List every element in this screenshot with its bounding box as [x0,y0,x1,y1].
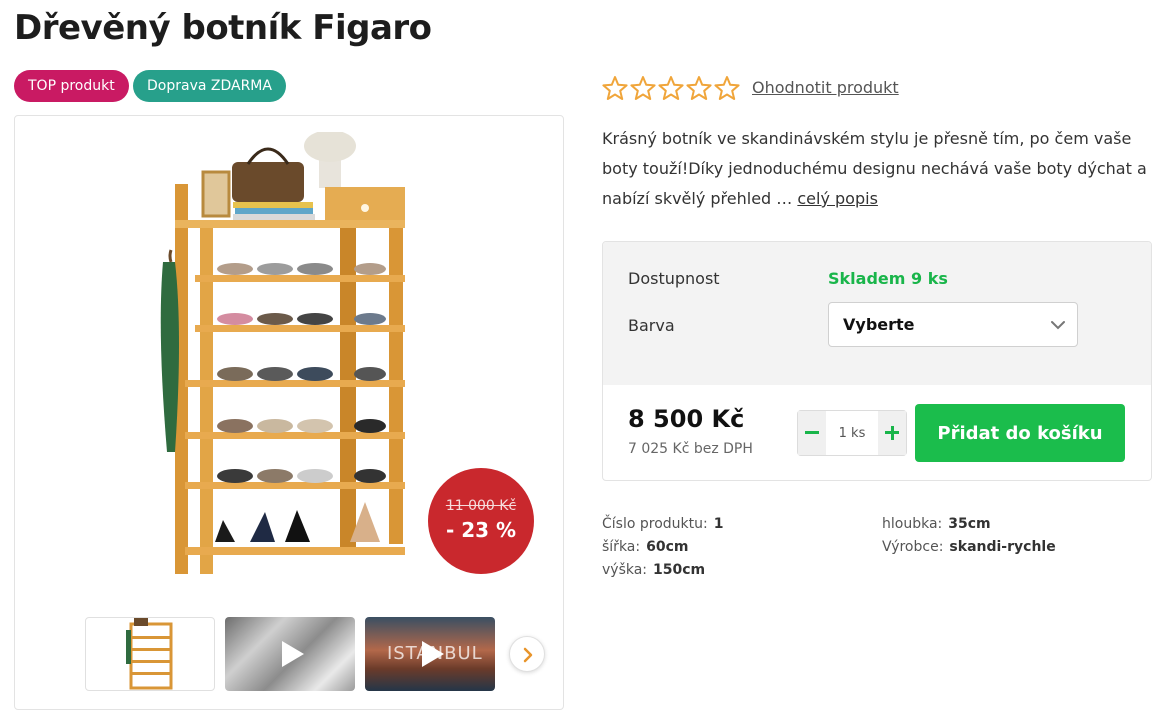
star-icon [602,76,628,100]
badge-top-product: TOP produkt [14,70,129,102]
specs-right: hloubka: 35cm Výrobce: skandi-rychle [882,516,1056,562]
star-icon [658,76,684,100]
buy-box: Dostupnost Skladem 9 ks Barva Vyberte 8 … [602,241,1152,481]
discount-percent: - 23 % [445,518,517,542]
quantity-increase-button[interactable] [878,411,906,455]
spec-value: skandi-rychle [949,539,1056,555]
price: 8 500 Kč [628,405,745,433]
buy-box-options: Dostupnost Skladem 9 ks Barva Vyberte [603,242,1151,385]
spec-row: výška: 150cm [602,562,723,585]
specs-left: Číslo produktu: 1 šířka: 60cm výška: 150cm [602,516,723,585]
spec-row: Výrobce: skandi-rychle [882,539,1056,562]
quantity-input[interactable] [826,411,878,455]
rating-stars[interactable] [602,75,740,103]
spec-row: hloubka: 35cm [882,516,1056,539]
spec-key: hloubka: [882,516,943,532]
spec-value: 150cm [653,562,706,578]
spec-value: 35cm [948,516,991,532]
price-without-vat: 7 025 Kč bez DPH [628,441,753,457]
thumbnail-video-1[interactable] [225,617,355,691]
star-icon [686,76,712,100]
umbrella [160,262,179,452]
product-description: Krásný botník ve skandinávském stylu je … [602,124,1147,214]
spec-key: Číslo produktu: [602,516,708,532]
chevron-right-icon [523,647,533,663]
spec-key: Výrobce: [882,539,944,555]
add-to-cart-button[interactable]: Přidat do košíku [915,404,1125,462]
quantity-stepper [797,410,907,456]
badge-free-shipping: Doprava ZDARMA [133,70,286,102]
star-icon [630,76,656,100]
color-label: Barva [628,316,675,335]
color-select[interactable]: Vyberte [828,302,1078,347]
main-product-image[interactable] [155,132,405,582]
star-icon [714,76,740,100]
product-title: Dřevěný botník Figaro [14,8,432,48]
chevron-down-icon [1051,321,1065,330]
spec-row: šířka: 60cm [602,539,723,562]
play-icon [282,641,304,667]
old-price: 11 000 Kč [445,498,517,514]
spec-value: 1 [713,516,724,532]
spec-key: výška: [602,562,648,578]
plant-flowers [304,132,356,162]
availability-value: Skladem 9 ks [828,269,948,288]
thumbnail-video-2[interactable]: ISTANBUL [365,617,495,691]
full-description-link[interactable]: celý popis [797,189,878,208]
gallery-next-button[interactable] [509,636,545,672]
handbag [232,162,304,202]
discount-badge: 11 000 Kč - 23 % [428,468,534,574]
quantity-decrease-button[interactable] [798,411,826,455]
spec-value: 60cm [646,539,689,555]
spec-key: šířka: [602,539,641,555]
availability-label: Dostupnost [628,269,720,288]
product-gallery: 11 000 Kč - 23 % ISTANBUL [14,115,564,710]
play-icon [422,641,444,667]
thumbnail-image-1[interactable] [85,617,215,691]
color-select-value: Vyberte [843,315,915,334]
spec-row: Číslo produktu: 1 [602,516,723,539]
rate-product-link[interactable]: Ohodnotit produkt [752,78,899,97]
